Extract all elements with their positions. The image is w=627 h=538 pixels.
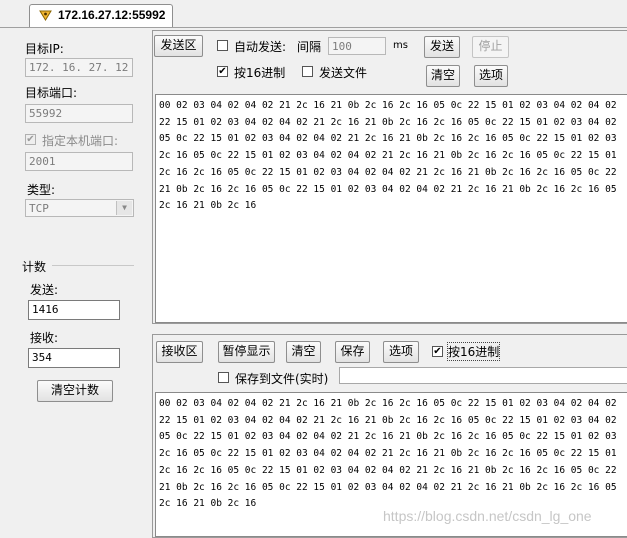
target-port-field[interactable]: 55992 — [25, 104, 133, 123]
tab-connection[interactable]: 172.16.27.12:55992 — [29, 4, 173, 27]
save-to-file-checkbox[interactable] — [218, 372, 229, 383]
auto-send-checkbox[interactable] — [217, 40, 228, 51]
counter-group-label: 计数 — [22, 260, 47, 274]
target-ip-field[interactable]: 172. 16. 27. 12 — [25, 58, 133, 77]
hex-line: 05 0c 22 15 01 02 03 04 02 04 02 21 2c 1… — [159, 431, 617, 443]
connection-icon — [39, 10, 52, 21]
stop-button[interactable]: 停止 — [472, 36, 509, 58]
tab-title: 172.16.27.12:55992 — [58, 8, 166, 22]
interval-field[interactable]: 100 — [328, 37, 386, 55]
received-count-label: 接收: — [30, 331, 59, 345]
local-port-checkbox[interactable]: ✔ — [25, 134, 36, 145]
clear-counter-button[interactable]: 清空计数 — [37, 380, 113, 402]
receive-hex-label: 按16进制 — [446, 342, 501, 361]
type-label: 类型: — [27, 183, 56, 197]
hex-line: 00 02 03 04 02 04 02 21 2c 16 21 0b 2c 1… — [159, 100, 617, 111]
hex-line: 05 0c 22 15 01 02 03 04 02 04 02 21 2c 1… — [159, 133, 617, 145]
received-count-field[interactable]: 354 — [28, 348, 120, 368]
send-text-area[interactable]: 00 02 03 04 02 04 02 21 2c 16 21 0b 2c 1… — [155, 94, 627, 323]
sent-count-label: 发送: — [30, 283, 59, 297]
chevron-down-icon[interactable]: ▼ — [116, 201, 132, 215]
receive-hex-checkbox[interactable]: ✔ — [432, 346, 443, 357]
interval-label: 间隔 — [297, 40, 322, 54]
hex-line: 22 15 01 02 03 04 02 04 02 21 2c 16 21 0… — [159, 116, 617, 128]
counter-group-divider — [52, 265, 134, 266]
hex-line: 2c 16 05 0c 22 15 01 02 03 04 02 04 02 2… — [159, 448, 617, 460]
receive-clear-button[interactable]: 清空 — [286, 341, 321, 363]
hex-line: 2c 16 2c 16 05 0c 22 15 01 02 03 04 02 0… — [159, 464, 617, 476]
save-to-file-label: 保存到文件(实时) — [235, 372, 329, 386]
watermark-text: https://blog.csdn.net/csdn_lg_one — [383, 508, 592, 524]
send-file-label: 发送文件 — [319, 66, 368, 80]
pause-display-button[interactable]: 暂停显示 — [218, 341, 275, 363]
save-button[interactable]: 保存 — [335, 341, 370, 363]
send-options-button[interactable]: 选项 — [474, 65, 508, 87]
local-port-field[interactable]: 2001 — [25, 152, 133, 171]
tab-strip: 172.16.27.12:55992 — [0, 0, 627, 28]
receive-area-title-button[interactable]: 接收区 — [156, 341, 203, 363]
send-area-title-button[interactable]: 发送区 — [154, 35, 203, 57]
send-button[interactable]: 发送 — [424, 36, 460, 58]
interval-unit: ms — [393, 40, 408, 51]
sent-count-field[interactable]: 1416 — [28, 300, 120, 320]
receive-options-button[interactable]: 选项 — [383, 341, 419, 363]
hex-line: 21 0b 2c 16 2c 16 05 0c 22 15 01 02 03 0… — [159, 481, 617, 493]
target-port-label: 目标端口: — [25, 86, 78, 100]
target-ip-label: 目标IP: — [25, 42, 64, 56]
hex-line: 2c 16 21 0b 2c 16 — [159, 200, 257, 212]
auto-send-label: 自动发送: — [234, 40, 287, 54]
send-clear-button[interactable]: 清空 — [426, 65, 460, 87]
hex-line: 2c 16 05 0c 22 15 01 02 03 04 02 04 02 2… — [159, 150, 617, 162]
local-port-label: 指定本机端口: — [42, 134, 119, 148]
save-path-input[interactable] — [339, 367, 627, 384]
send-file-checkbox[interactable] — [302, 66, 313, 77]
type-select-value: TCP — [29, 202, 49, 215]
hex-line: 21 0b 2c 16 2c 16 05 0c 22 15 01 02 03 0… — [159, 183, 617, 195]
hex-line: 2c 16 2c 16 05 0c 22 15 01 02 03 04 02 0… — [159, 166, 617, 178]
hex-line: 22 15 01 02 03 04 02 04 02 21 2c 16 21 0… — [159, 414, 617, 426]
hex-line: 00 02 03 04 02 04 02 21 2c 16 21 0b 2c 1… — [159, 398, 617, 409]
send-hex-checkbox[interactable]: ✔ — [217, 66, 228, 77]
type-select[interactable]: TCP ▼ — [25, 199, 134, 217]
send-hex-label: 按16进制 — [234, 66, 286, 80]
